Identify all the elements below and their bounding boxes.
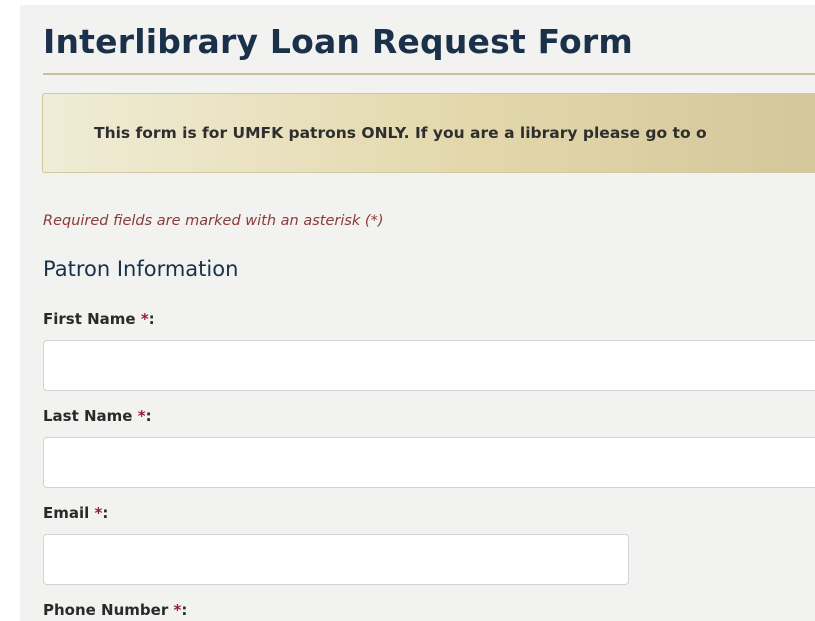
label-colon: : xyxy=(148,310,155,328)
required-fields-note: Required fields are marked with an aster… xyxy=(43,213,384,229)
phone-number-label-text: Phone Number xyxy=(43,601,174,619)
email-label-text: Email xyxy=(43,504,95,522)
label-colon: : xyxy=(102,504,109,522)
page: Interlibrary Loan Request Form This form… xyxy=(0,0,815,621)
email-input[interactable] xyxy=(43,534,629,585)
label-colon: : xyxy=(181,601,188,619)
section-heading-patron-information: Patron Information xyxy=(43,257,239,281)
page-title: Interlibrary Loan Request Form xyxy=(43,22,633,61)
first-name-input[interactable] xyxy=(43,340,815,391)
email-label: Email *: xyxy=(43,504,108,522)
notice-text: This form is for UMFK patrons ONLY. If y… xyxy=(94,124,707,142)
phone-number-label: Phone Number *: xyxy=(43,601,187,619)
title-divider xyxy=(43,73,815,75)
label-colon: : xyxy=(145,407,152,425)
first-name-label-text: First Name xyxy=(43,310,141,328)
required-asterisk: * xyxy=(137,407,146,425)
required-asterisk: * xyxy=(140,310,149,328)
last-name-input[interactable] xyxy=(43,437,815,488)
first-name-label: First Name *: xyxy=(43,310,155,328)
notice-banner: This form is for UMFK patrons ONLY. If y… xyxy=(42,93,815,173)
last-name-label: Last Name *: xyxy=(43,407,152,425)
last-name-label-text: Last Name xyxy=(43,407,138,425)
